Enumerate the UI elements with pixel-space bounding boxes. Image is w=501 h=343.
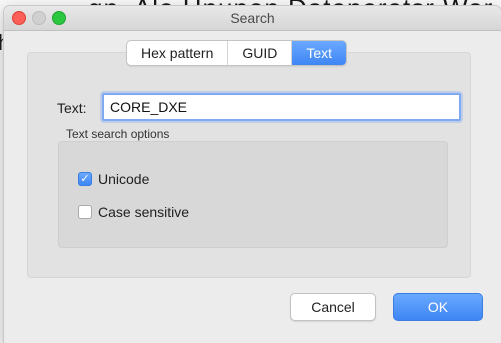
title-bar: Search [4, 6, 501, 31]
case-sensitive-label: Case sensitive [98, 204, 190, 220]
text-search-options-group [58, 141, 448, 248]
tab-guid[interactable]: GUID [228, 41, 293, 65]
text-field-label: Text: [57, 100, 87, 116]
case-sensitive-option[interactable]: Case sensitive [78, 204, 189, 220]
text-search-options-heading: Text search options [66, 127, 170, 141]
unicode-label: Unicode [98, 171, 150, 187]
search-text-input[interactable]: CORE_DXE [102, 93, 461, 121]
checkbox-unchecked-icon[interactable] [78, 205, 92, 219]
cancel-button[interactable]: Cancel [290, 293, 376, 321]
window-title: Search [230, 10, 275, 26]
tab-hex-pattern[interactable]: Hex pattern [127, 41, 229, 65]
checkmark-icon[interactable]: ✓ [78, 172, 92, 186]
ok-button[interactable]: OK [393, 293, 483, 321]
tab-text[interactable]: Text [292, 41, 347, 65]
search-mode-tabs: Hex pattern GUID Text [126, 40, 348, 66]
unicode-option[interactable]: ✓ Unicode [78, 171, 149, 187]
